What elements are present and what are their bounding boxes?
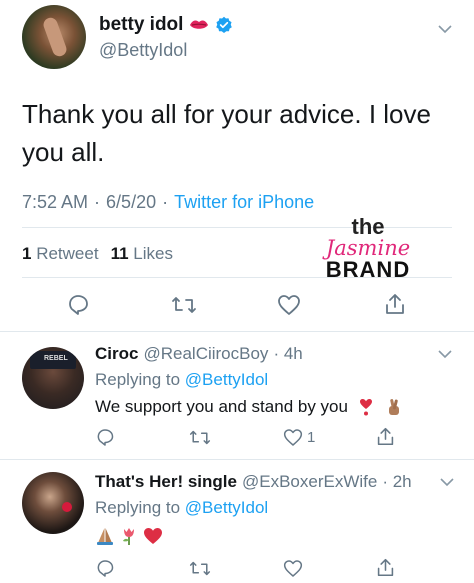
likes-label: Likes — [133, 244, 173, 263]
share-button[interactable] — [376, 426, 395, 447]
divider — [0, 459, 474, 460]
reply-author-name[interactable]: That's Her! single — [95, 472, 237, 492]
replying-to-mention[interactable]: @BettyIdol — [185, 498, 268, 517]
reply-avatar[interactable]: REBEL — [22, 347, 84, 409]
replying-to-label: Replying to — [95, 498, 181, 517]
reply-author-handle[interactable]: @ExBoxerExWife — [242, 472, 377, 492]
reply-avatar[interactable] — [22, 472, 84, 534]
divider — [22, 277, 452, 278]
verified-badge-icon — [216, 16, 233, 33]
reply-text: We support you and stand by you — [95, 397, 404, 417]
kiss-mark-icon — [190, 20, 209, 29]
tulip-emoji-icon — [123, 528, 134, 545]
likes-stat[interactable]: 11 Likes — [111, 244, 173, 264]
tweet-actions — [0, 290, 474, 320]
share-icon — [377, 427, 394, 446]
author-name-row: betty idol — [99, 14, 233, 36]
retweet-stat[interactable]: 1 Retweet — [22, 244, 99, 264]
reply-button[interactable] — [95, 559, 115, 578]
like-button[interactable] — [283, 559, 303, 578]
meta-separator: · — [94, 192, 101, 212]
reply-time: · 2h — [382, 472, 412, 491]
tweet-date: 6/5/20 — [106, 192, 157, 212]
meta-separator: · — [162, 192, 169, 212]
heart-exclamation-emoji-icon — [359, 399, 372, 416]
chevron-down-icon[interactable] — [438, 24, 452, 34]
replying-to-mention[interactable]: @BettyIdol — [185, 370, 268, 389]
author-display-name[interactable]: betty idol — [99, 14, 183, 36]
likes-count: 11 — [110, 244, 129, 263]
reply-author-name[interactable]: Ciroc — [95, 344, 138, 364]
author-handle[interactable]: @BettyIdol — [99, 40, 187, 61]
watermark-logo: the Jasmine BRAND — [318, 216, 418, 281]
retweet-icon — [189, 430, 211, 445]
tweet-meta: 7:52 AM · 6/5/20 · Twitter for iPhone — [22, 192, 314, 213]
watermark-line2: Jasmine — [325, 236, 411, 260]
share-icon — [377, 558, 394, 577]
replying-to-line: Replying to @BettyIdol — [95, 498, 268, 518]
replying-to-label: Replying to — [95, 370, 181, 389]
reply-icon — [97, 429, 114, 446]
like-button[interactable] — [277, 294, 301, 316]
heart-icon — [283, 429, 303, 446]
reply-button[interactable] — [95, 428, 115, 447]
retweet-button[interactable] — [171, 295, 197, 315]
retweet-icon — [172, 297, 196, 313]
red-heart-emoji-icon — [144, 528, 162, 544]
tweet-stats: 1 Retweet 11 Likes — [22, 244, 173, 264]
crossed-fingers-emoji-icon — [388, 399, 399, 415]
reply-icon — [69, 295, 88, 315]
reply-icon — [97, 560, 114, 577]
folded-hands-emoji-icon — [97, 528, 113, 545]
author-avatar[interactable] — [22, 5, 86, 69]
retweet-button[interactable] — [189, 560, 211, 577]
like-button[interactable]: 1 — [283, 428, 315, 447]
reply-author-handle[interactable]: @RealCiirocBoy — [143, 344, 268, 364]
replying-to-line: Replying to @BettyIdol — [95, 370, 268, 390]
like-count: 1 — [307, 429, 316, 446]
main-tweet: betty idol @BettyIdol Thank you all for … — [0, 0, 474, 330]
reply-button[interactable] — [66, 294, 90, 316]
share-button[interactable] — [376, 557, 395, 578]
retweet-icon — [189, 561, 211, 576]
tweet-source-link[interactable]: Twitter for iPhone — [174, 192, 314, 213]
share-icon — [386, 294, 404, 314]
reply-time: · 4h — [273, 344, 303, 363]
retweet-button[interactable] — [189, 429, 211, 446]
chevron-down-icon[interactable] — [438, 349, 452, 359]
tweet-text: Thank you all for your advice. I love yo… — [22, 99, 431, 167]
chevron-down-icon[interactable] — [440, 477, 454, 487]
heart-icon — [278, 295, 300, 315]
heart-icon — [283, 560, 303, 577]
watermark-line1: the — [351, 214, 385, 239]
reply-header: Ciroc @RealCiirocBoy · 4h — [95, 344, 303, 364]
share-button[interactable] — [384, 292, 406, 316]
reply-body: We support you and stand by you — [95, 397, 348, 416]
tweet-time: 7:52 AM — [22, 192, 89, 212]
retweet-count: 1 — [22, 244, 32, 263]
reply-header: That's Her! single @ExBoxerExWife · 2h — [95, 472, 412, 492]
divider — [0, 331, 474, 332]
retweet-label: Retweet — [36, 244, 99, 263]
reply-text — [95, 526, 167, 546]
